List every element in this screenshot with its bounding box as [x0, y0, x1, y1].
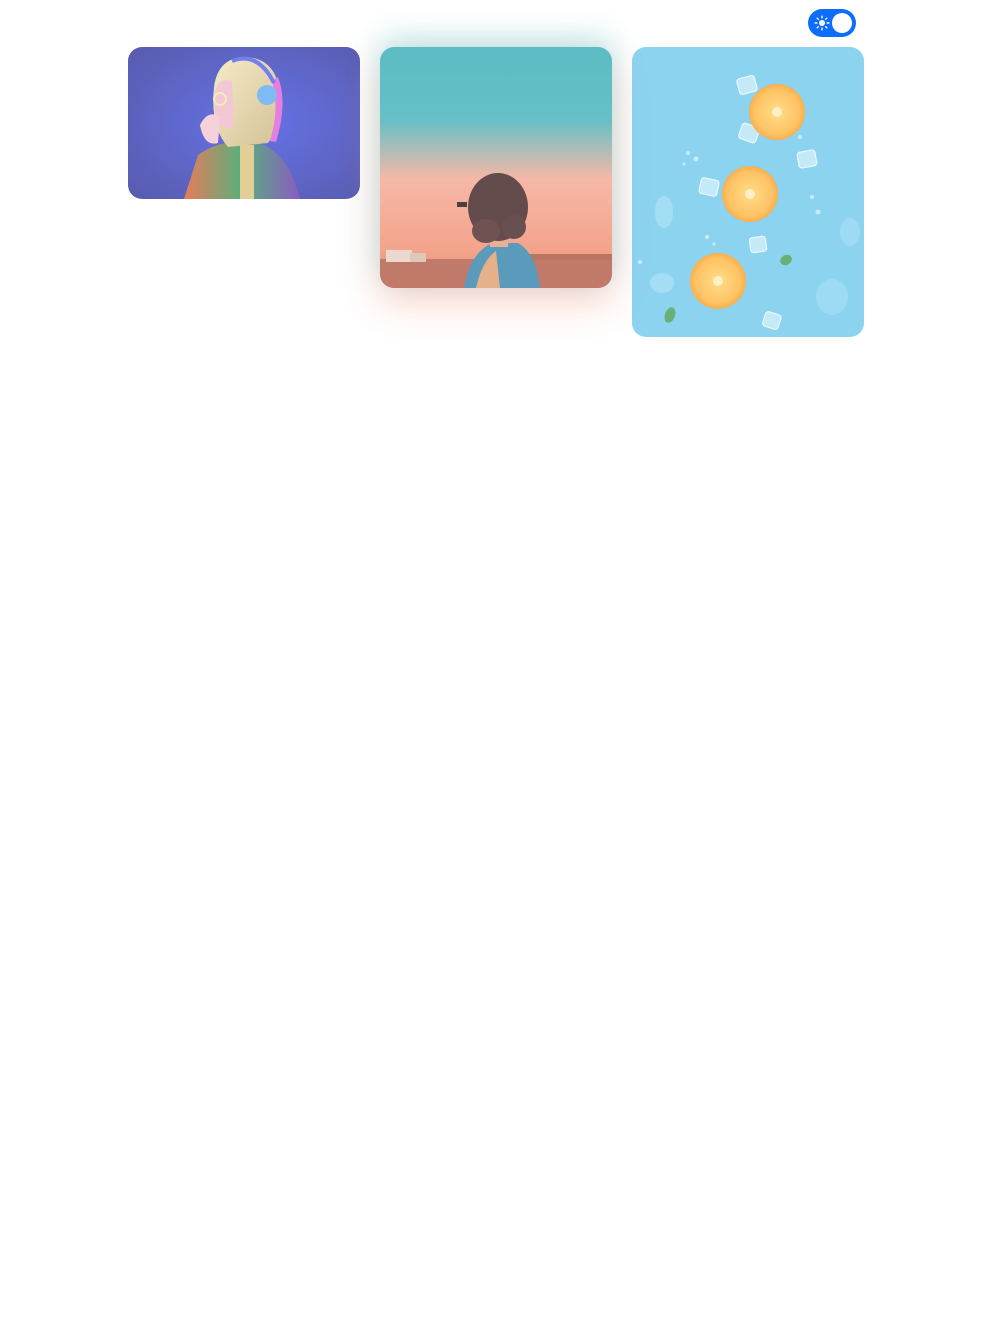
theme-toggle[interactable] [808, 9, 856, 37]
orange-slice-2 [722, 166, 778, 222]
toggle-knob [832, 13, 852, 33]
orange-slice-3 [690, 253, 746, 309]
gallery-image-oranges[interactable] [632, 47, 864, 337]
gallery-image-sunset[interactable] [380, 47, 612, 288]
orange-slice-1 [749, 84, 805, 140]
sun-icon [814, 15, 830, 31]
gallery-image-headphones[interactable] [128, 47, 360, 199]
